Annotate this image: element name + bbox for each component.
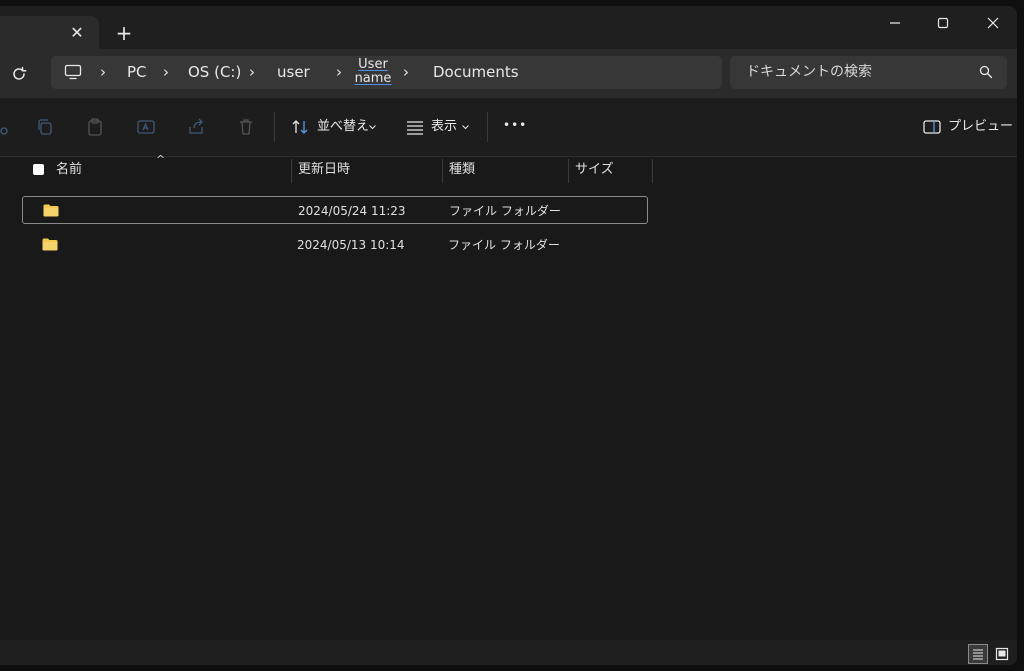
table-row[interactable]: 2024/05/13 10:14 ファイル フォルダー <box>22 231 648 259</box>
breadcrumb-user-name-line1: User <box>358 57 388 72</box>
maximize-button[interactable] <box>926 10 960 36</box>
refresh-icon <box>13 66 27 80</box>
column-divider[interactable] <box>291 159 292 183</box>
minimize-button[interactable] <box>878 10 912 36</box>
preview-label: プレビュー <box>948 119 1014 134</box>
chevron-down-icon <box>369 125 376 130</box>
breadcrumb-os-c[interactable]: OS (C:) <box>188 56 241 89</box>
details-view-button[interactable] <box>968 644 988 664</box>
file-explorer-window: ✕ + › PC › OS (C:) › user › User name › … <box>0 6 1017 665</box>
search-icon <box>979 65 993 79</box>
new-tab-button[interactable]: + <box>113 22 135 44</box>
status-bar <box>0 640 1017 665</box>
breadcrumb-separator: › <box>336 63 342 81</box>
title-bar: ✕ + <box>0 6 1017 49</box>
sort-button[interactable]: 並べ替え <box>290 98 380 156</box>
tiles-view-icon <box>995 647 1009 661</box>
breadcrumb-user-name[interactable]: User name <box>354 58 392 86</box>
breadcrumb-separator: › <box>403 63 409 81</box>
row-modified: 2024/05/24 11:23 <box>298 204 406 218</box>
folder-icon <box>43 204 59 217</box>
breadcrumb-separator: › <box>100 63 106 81</box>
search-placeholder: ドキュメントの検索 <box>746 64 872 80</box>
computer-icon <box>64 64 82 80</box>
folder-icon <box>42 238 58 251</box>
breadcrumb-documents[interactable]: Documents <box>433 56 519 89</box>
share-icon[interactable] <box>186 117 206 137</box>
more-options-button[interactable]: ••• <box>503 115 527 135</box>
column-header-size[interactable]: サイズ <box>575 157 614 183</box>
preview-pane-button[interactable]: プレビュー <box>922 98 1013 156</box>
command-bar: 並べ替え 表示 ••• プレビュー <box>0 98 1017 157</box>
refresh-button[interactable] <box>8 63 30 85</box>
column-divider[interactable] <box>568 159 569 183</box>
sort-label: 並べ替え <box>317 119 370 134</box>
toolbar-divider <box>487 112 488 142</box>
breadcrumb-pc[interactable]: PC <box>127 56 147 89</box>
cut-icon[interactable] <box>0 117 10 137</box>
row-type: ファイル フォルダー <box>449 204 561 218</box>
address-row: › PC › OS (C:) › user › User name › Docu… <box>0 49 1017 98</box>
tab-close-icon[interactable]: ✕ <box>67 23 87 43</box>
sort-ascending-icon: ^ <box>156 153 166 166</box>
table-row[interactable]: 2024/05/24 11:23 ファイル フォルダー <box>22 196 648 224</box>
chevron-down-icon <box>462 125 469 130</box>
breadcrumb-separator: › <box>163 63 169 81</box>
search-input[interactable]: ドキュメントの検索 <box>730 56 1007 89</box>
breadcrumb-separator: › <box>249 63 255 81</box>
column-divider[interactable] <box>652 159 653 183</box>
toolbar-divider <box>274 112 275 142</box>
breadcrumb-user[interactable]: user <box>277 56 310 89</box>
tab-documents[interactable]: ✕ <box>0 16 99 49</box>
select-all-checkbox[interactable] <box>33 164 44 175</box>
row-modified: 2024/05/13 10:14 <box>297 238 405 252</box>
delete-icon[interactable] <box>236 117 256 137</box>
column-header-row: ^ 名前 更新日時 種類 サイズ <box>22 153 654 185</box>
paste-icon[interactable] <box>85 117 105 137</box>
preview-pane-icon <box>923 120 941 134</box>
minimize-icon <box>890 22 900 24</box>
view-list-icon <box>407 121 423 135</box>
view-label: 表示 <box>431 119 458 134</box>
column-header-name[interactable]: 名前 <box>56 157 82 183</box>
sort-icon <box>292 120 308 134</box>
close-window-button[interactable] <box>976 10 1010 36</box>
column-header-modified[interactable]: 更新日時 <box>298 157 350 183</box>
column-header-type[interactable]: 種類 <box>449 157 475 183</box>
file-list: ^ 名前 更新日時 種類 サイズ 2024/05/24 11:23 ファイル フ… <box>0 153 1017 640</box>
tiles-view-button[interactable] <box>992 644 1012 664</box>
view-button[interactable]: 表示 <box>405 98 475 156</box>
address-bar[interactable]: › PC › OS (C:) › user › User name › Docu… <box>51 56 722 89</box>
row-type: ファイル フォルダー <box>448 238 560 252</box>
column-divider[interactable] <box>442 159 443 183</box>
copy-icon[interactable] <box>35 117 55 137</box>
breadcrumb-user-name-line2: name <box>354 71 392 86</box>
rename-icon[interactable] <box>136 117 156 137</box>
details-view-icon <box>973 649 983 660</box>
close-icon <box>987 17 999 29</box>
maximize-icon <box>937 17 949 29</box>
